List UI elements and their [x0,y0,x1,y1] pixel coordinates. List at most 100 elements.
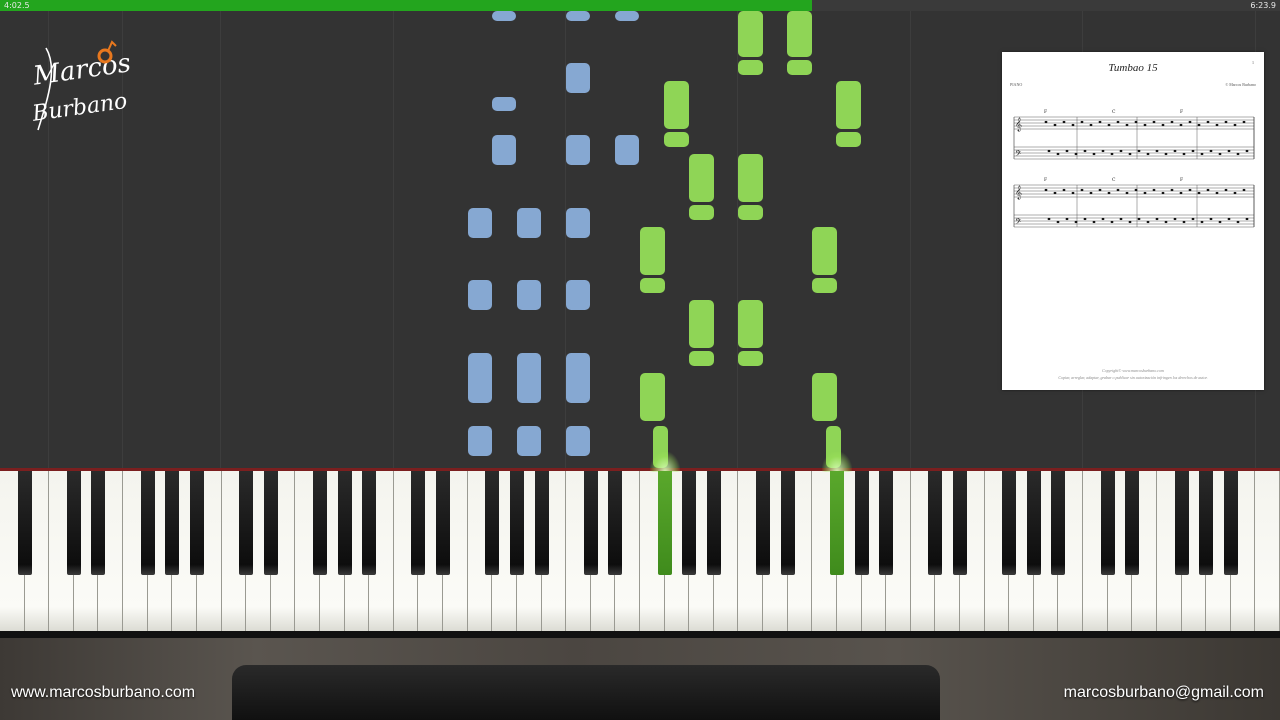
black-key[interactable] [189,471,204,575]
right-hand-note [664,132,689,147]
black-key-pressed[interactable] [829,471,844,575]
black-key[interactable] [17,471,32,575]
black-key[interactable] [165,471,180,575]
total-time: 6:23.9 [1250,1,1276,10]
black-key[interactable] [1002,471,1017,575]
black-key[interactable] [66,471,81,575]
black-key[interactable] [1051,471,1066,575]
black-key[interactable] [91,471,106,575]
right-hand-note [689,205,714,220]
right-hand-note [812,373,837,421]
right-hand-note [689,351,714,366]
piano-bench [232,665,940,720]
left-hand-note [492,97,516,111]
right-hand-note [738,11,763,57]
chord-symbol: C [1112,109,1116,115]
black-key[interactable] [312,471,327,575]
left-hand-note [468,280,492,310]
octave-divider [910,11,911,468]
black-key[interactable] [362,471,377,575]
black-key[interactable] [583,471,598,575]
logo-line1: Marcos [30,48,132,92]
right-hand-note [640,373,665,421]
octave-divider [393,11,394,468]
svg-text:𝄞: 𝄞 [1015,117,1022,131]
black-key[interactable] [534,471,549,575]
left-hand-note [615,135,639,165]
piano-keyboard[interactable] [0,452,1280,638]
left-hand-note [468,426,492,456]
black-key[interactable] [682,471,697,575]
black-key[interactable] [952,471,967,575]
left-hand-note [492,135,516,165]
left-hand-note [468,353,492,403]
left-hand-note [566,280,590,310]
right-hand-note [640,278,665,293]
marcos-burbano-logo: Marcos Burbano [30,40,133,131]
left-hand-note [517,280,541,310]
white-key[interactable] [1255,471,1280,631]
sheet-staves: 𝄞 𝄢 F C F 𝄞 𝄢 F C F [1013,109,1255,229]
chord-symbol: C [1112,177,1116,183]
right-hand-note [738,300,763,348]
right-hand-note [738,60,763,75]
black-key[interactable] [1223,471,1238,575]
black-key[interactable] [1199,471,1214,575]
black-key[interactable] [140,471,155,575]
sheet-music: Tumbao 15 PIANO © Marcos Burbano 1 𝄞 𝄢 F C F… [1002,52,1264,390]
left-hand-note [615,11,639,21]
right-hand-note [812,227,837,275]
black-key[interactable] [1026,471,1041,575]
black-key[interactable] [239,471,254,575]
left-hand-note [566,135,590,165]
black-key[interactable] [509,471,524,575]
left-hand-note [517,353,541,403]
elapsed-time: 4:02.5 [4,1,30,10]
right-hand-note [836,81,861,129]
black-key[interactable] [854,471,869,575]
chord-symbol: F [1044,109,1047,115]
black-key[interactable] [780,471,795,575]
svg-text:𝄢: 𝄢 [1015,150,1022,161]
right-hand-note [787,11,812,57]
progress-fill [0,0,812,11]
left-hand-note [492,11,516,21]
black-key[interactable] [411,471,426,575]
website-url: www.marcosburbano.com [11,684,196,701]
black-key[interactable] [706,471,721,575]
synthesia-player: 4:02.5 6:23.9 Marcos Burbano Tumbao 15 P… [0,0,1280,720]
black-key[interactable] [263,471,278,575]
left-hand-note [566,63,590,93]
black-key[interactable] [879,471,894,575]
black-key[interactable] [928,471,943,575]
right-hand-note [738,351,763,366]
key-press-glow [649,452,680,472]
right-hand-note [689,154,714,202]
right-hand-note [689,300,714,348]
black-key[interactable] [436,471,451,575]
left-hand-note [517,426,541,456]
right-hand-note [787,60,812,75]
sheet-copyright: Copyright© www.marcosburbano.com [1102,368,1164,373]
black-key[interactable] [1125,471,1140,575]
right-hand-note [738,154,763,202]
progress-bar[interactable]: 4:02.5 6:23.9 [0,0,1280,11]
left-hand-note [517,208,541,238]
black-key-pressed[interactable] [657,471,672,575]
left-hand-note [468,208,492,238]
left-hand-note [566,353,590,403]
left-hand-note [566,11,590,21]
right-hand-note [738,205,763,220]
right-hand-note [640,227,665,275]
black-key[interactable] [756,471,771,575]
contact-email: marcosburbano@gmail.com [1063,684,1264,701]
black-key[interactable] [337,471,352,575]
chord-symbol: F [1044,177,1047,183]
right-hand-note [812,278,837,293]
black-key[interactable] [485,471,500,575]
chord-symbol: F [1180,109,1183,115]
sheet-copyright-notice: Copiar, arreglar, adaptar, grabar o publ… [1058,375,1208,380]
black-key[interactable] [1100,471,1115,575]
black-key[interactable] [1174,471,1189,575]
black-key[interactable] [608,471,623,575]
